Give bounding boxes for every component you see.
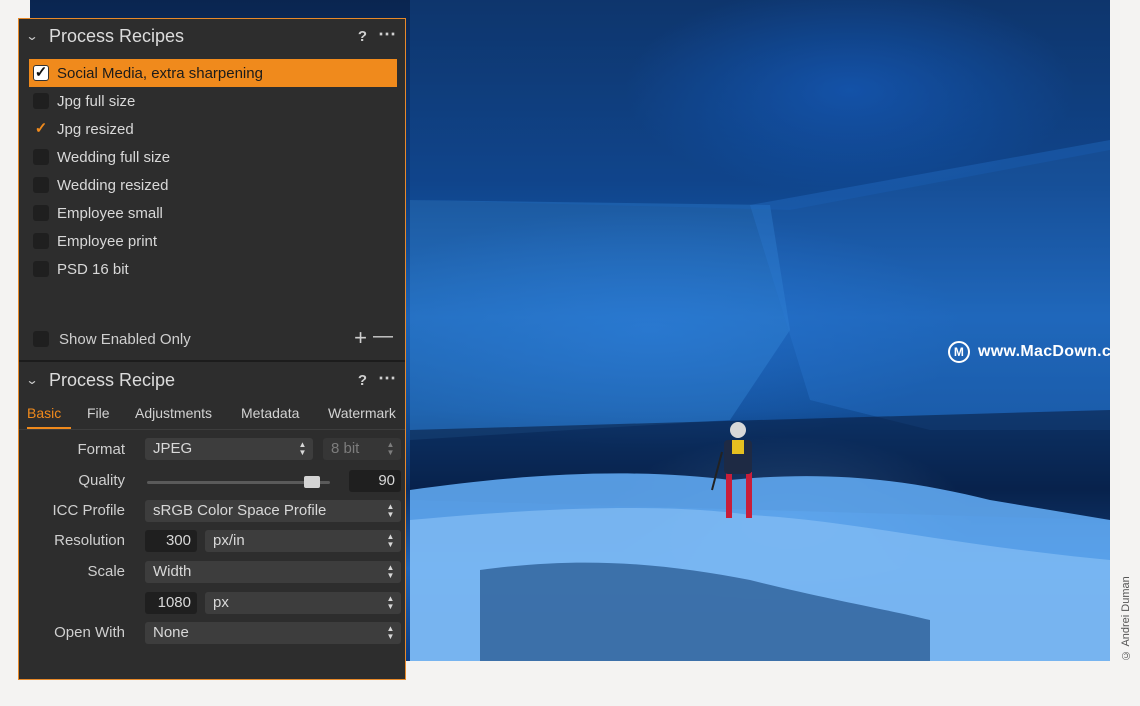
scale-value: Width [153, 563, 192, 580]
recipe-item[interactable]: ✓ Social Media, extra sharpening [29, 59, 397, 87]
recipe-item[interactable]: Jpg full size [29, 87, 397, 115]
remove-recipe-icon[interactable]: — [373, 325, 393, 348]
format-label: Format [77, 441, 125, 458]
tool-panel: ⌄ Process Recipes ? ⋯ ✓ Social Media, ex… [18, 18, 406, 680]
recipe-label: Employee print [57, 232, 158, 250]
checkbox[interactable] [33, 93, 49, 109]
tab-metadata[interactable]: Metadata [241, 405, 299, 421]
recipe-item[interactable]: Employee print [29, 227, 397, 255]
stepper-icon: ▲ ▼ [386, 532, 395, 549]
active-tab-indicator [27, 427, 71, 429]
open-with-value: None [153, 624, 189, 641]
format-value: JPEG [153, 440, 193, 457]
checkbox[interactable] [33, 149, 49, 165]
help-icon[interactable]: ? [358, 372, 367, 389]
chevron-down-icon[interactable]: ⌄ [25, 29, 38, 43]
bit-depth-value: 8 bit [331, 440, 360, 457]
resolution-unit-select[interactable]: px/in ▲ ▼ [205, 530, 401, 552]
recipe-item[interactable]: Wedding resized [29, 171, 397, 199]
recipe-label: Wedding full size [57, 148, 171, 166]
stepper-icon: ▲ ▼ [386, 502, 395, 519]
more-options-icon[interactable]: ⋯ [378, 368, 396, 389]
recipe-item[interactable]: PSD 16 bit [29, 255, 397, 283]
recipe-label: Jpg full size [57, 92, 136, 110]
recipe-label: PSD 16 bit [57, 260, 129, 278]
tab-watermark[interactable]: Watermark [328, 405, 396, 421]
scale-unit-select[interactable]: px ▲ ▼ [205, 592, 401, 614]
recipe-title: Process Recipe [49, 369, 176, 390]
watermark: M www.MacDown.com [948, 341, 1110, 363]
recipe-label: Employee small [57, 204, 163, 222]
chevron-down-icon[interactable]: ⌄ [25, 373, 38, 387]
recipe-item[interactable]: Employee small [29, 199, 397, 227]
more-options-icon[interactable]: ⋯ [378, 24, 396, 45]
quality-slider-handle[interactable] [303, 476, 320, 488]
show-enabled-only-label: Show Enabled Only [59, 330, 191, 348]
recipe-label: Social Media, extra sharpening [57, 64, 263, 82]
recipe-label: Wedding resized [57, 176, 169, 194]
recipe-item[interactable]: Wedding full size [29, 143, 397, 171]
bit-depth-select[interactable]: 8 bit ▲ ▼ [323, 438, 401, 460]
resolution-input[interactable]: 300 [145, 530, 197, 552]
recipes-header[interactable]: ⌄ Process Recipes ? ⋯ [19, 20, 405, 52]
scale-size-input[interactable]: 1080 [145, 592, 197, 614]
checkbox[interactable] [33, 261, 49, 277]
stepper-icon: ▲ ▼ [386, 624, 395, 641]
recipe-item[interactable]: ✓ Jpg resized [29, 115, 397, 143]
scale-unit-value: px [213, 594, 229, 611]
format-select[interactable]: JPEG ▲ ▼ [145, 438, 313, 460]
open-with-select[interactable]: None ▲ ▼ [145, 622, 401, 644]
checkbox[interactable] [33, 177, 49, 193]
stepper-icon: ▲ ▼ [386, 440, 395, 457]
checkbox-checked[interactable]: ✓ [33, 65, 49, 81]
quality-slider[interactable] [147, 476, 330, 488]
checkbox-checked[interactable]: ✓ [33, 121, 49, 137]
tab-adjustments[interactable]: Adjustments [135, 405, 212, 421]
tab-basic[interactable]: Basic [27, 405, 61, 421]
stepper-icon: ▲ ▼ [298, 440, 307, 457]
help-icon[interactable]: ? [358, 28, 367, 45]
icc-profile-label: ICC Profile [52, 502, 125, 519]
stepper-icon: ▲ ▼ [386, 594, 395, 611]
recipe-tabs: Basic File Adjustments Metadata Watermar… [19, 403, 405, 430]
add-recipe-icon[interactable]: + [354, 325, 367, 351]
macdown-logo-icon: M [948, 341, 970, 363]
tab-file[interactable]: File [87, 405, 110, 421]
scale-label: Scale [87, 563, 125, 580]
panel-divider [19, 360, 405, 362]
scale-select[interactable]: Width ▲ ▼ [145, 561, 401, 583]
recipe-list: ✓ Social Media, extra sharpening Jpg ful… [29, 59, 397, 283]
icc-profile-value: sRGB Color Space Profile [153, 502, 327, 519]
recipes-footer: Show Enabled Only + — [33, 325, 395, 351]
recipe-header[interactable]: ⌄ Process Recipe ? ⋯ [19, 364, 405, 396]
quality-input[interactable]: 90 [349, 470, 401, 492]
checkbox[interactable] [33, 205, 49, 221]
resolution-unit-value: px/in [213, 532, 245, 549]
watermark-text: www.MacDown.com [978, 343, 1110, 360]
icc-profile-select[interactable]: sRGB Color Space Profile ▲ ▼ [145, 500, 401, 522]
stepper-icon: ▲ ▼ [386, 563, 395, 580]
open-with-label: Open With [54, 624, 125, 641]
show-enabled-only-checkbox[interactable] [33, 331, 49, 347]
photo-credit: © Andrei Duman [1120, 576, 1132, 661]
resolution-label: Resolution [54, 532, 125, 549]
quality-label: Quality [78, 472, 125, 489]
checkbox[interactable] [33, 233, 49, 249]
recipes-title: Process Recipes [49, 25, 185, 46]
recipe-label: Jpg resized [57, 120, 134, 138]
